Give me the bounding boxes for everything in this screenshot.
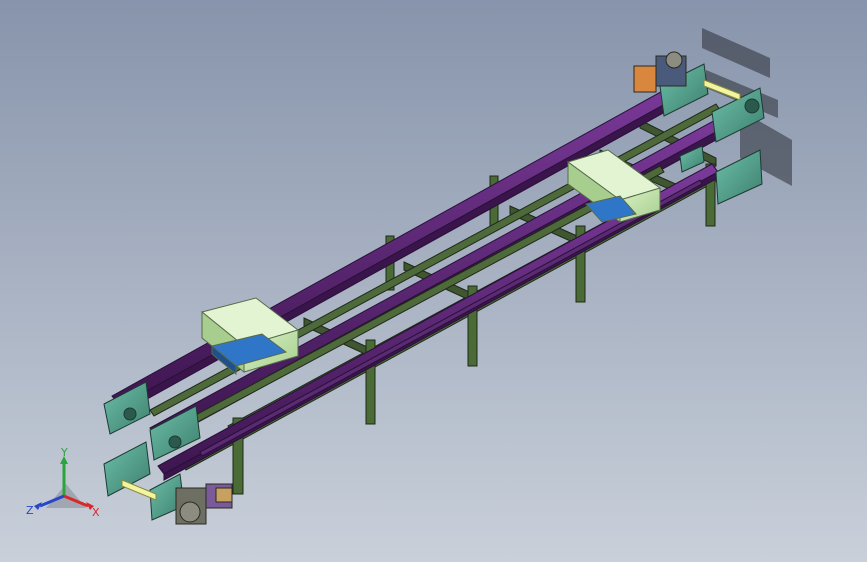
- view-orientation-triad: Y X Z: [26, 448, 100, 519]
- x-axis-label: X: [92, 506, 100, 519]
- conveyor-assembly-model[interactable]: [0, 0, 867, 562]
- y-axis-label: Y: [60, 448, 68, 459]
- upper-frame: [149, 103, 721, 425]
- z-axis-label: Z: [26, 504, 34, 517]
- graphics-viewport[interactable]: Y X Z: [0, 0, 867, 562]
- drive-motor-front: [175, 483, 233, 525]
- drive-motor-back: [633, 51, 687, 93]
- conveyor-rails: [111, 77, 739, 481]
